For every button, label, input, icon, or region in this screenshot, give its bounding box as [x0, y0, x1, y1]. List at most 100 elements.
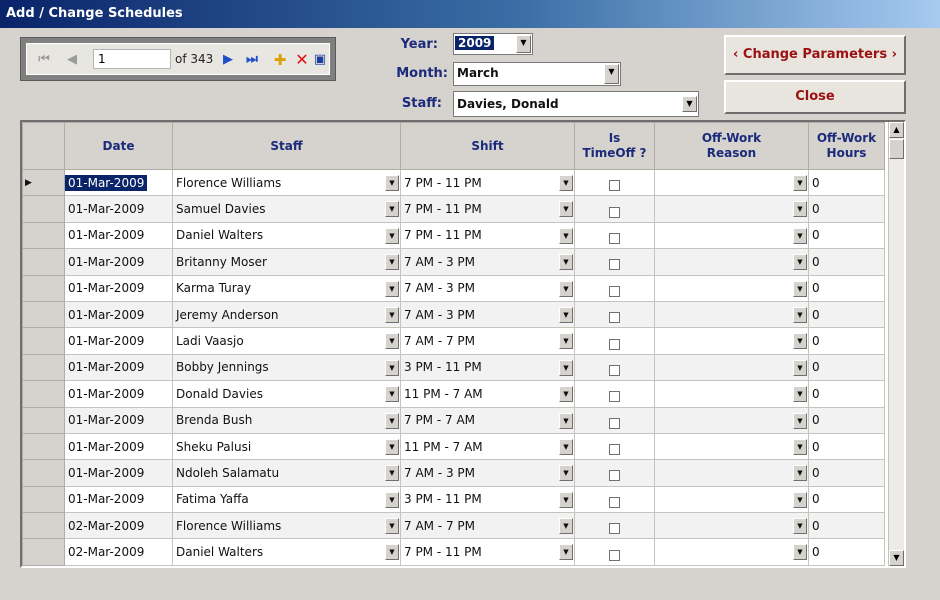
date-cell[interactable]: 01-Mar-2009 [64, 380, 173, 408]
chevron-down-icon[interactable]: ▼ [559, 201, 573, 218]
row-selector[interactable] [22, 248, 65, 276]
date-cell[interactable]: 02-Mar-2009 [64, 512, 173, 540]
date-cell[interactable]: 01-Mar-2009 [64, 432, 173, 461]
table-row[interactable]: ▶ 01-Mar-2009 Florence Williams ▼ 7 PM - 11 … [22, 168, 885, 197]
date-cell[interactable]: 01-Mar-2009 [64, 485, 173, 514]
chevron-down-icon[interactable]: ▼ [559, 280, 573, 297]
chevron-down-icon[interactable]: ▼ [559, 227, 573, 244]
staff-cell[interactable]: Karma Turay ▼ [172, 274, 401, 302]
chevron-down-icon[interactable]: ▼ [793, 175, 807, 191]
timeoff-checkbox[interactable] [609, 312, 620, 324]
date-cell[interactable]: 01-Mar-2009 [64, 274, 173, 302]
hours-cell[interactable]: 0 [808, 353, 885, 382]
chevron-down-icon[interactable]: ▼ [559, 491, 573, 508]
staff-cell[interactable]: Florence Williams ▼ [172, 512, 401, 540]
reason-cell[interactable]: ▼ [654, 248, 809, 276]
reason-cell[interactable]: ▼ [654, 406, 809, 434]
chevron-down-icon[interactable]: ▼ [793, 465, 807, 482]
hours-cell[interactable]: 0 [808, 168, 885, 197]
row-selector[interactable] [22, 432, 65, 461]
staff-cell[interactable]: Jeremy Anderson ▼ [172, 300, 401, 329]
column-header-staff[interactable]: Staff [172, 122, 401, 170]
staff-cell[interactable]: Ndoleh Salamatu ▼ [172, 459, 401, 487]
table-row[interactable]: 01-Mar-2009 Bobby Jennings ▼ 3 PM - 11 PM ▼ ▼… [22, 353, 885, 382]
chevron-down-icon[interactable]: ▼ [793, 359, 807, 376]
record-position-input[interactable]: 1 [93, 49, 171, 69]
hours-cell[interactable]: 0 [808, 432, 885, 461]
scroll-up-icon[interactable]: ▲ [889, 122, 904, 138]
table-row[interactable]: 01-Mar-2009 Britanny Moser ▼ 7 AM - 3 PM ▼ ▼ 0 [22, 248, 885, 276]
timeoff-checkbox[interactable] [609, 444, 620, 456]
row-selector[interactable] [22, 459, 65, 487]
chevron-down-icon[interactable]: ▼ [385, 201, 399, 218]
table-row[interactable]: 01-Mar-2009 Brenda Bush ▼ 7 PM - 7 AM ▼ ▼ 0 [22, 406, 885, 434]
row-selector[interactable] [22, 300, 65, 329]
hours-cell[interactable]: 0 [808, 248, 885, 276]
prev-record-icon[interactable]: ◀ [63, 51, 81, 69]
chevron-down-icon[interactable]: ▼ [385, 465, 399, 482]
delete-record-icon[interactable]: ✕ [293, 51, 311, 69]
timeoff-checkbox[interactable] [609, 496, 620, 508]
shift-cell[interactable]: 7 PM - 11 PM ▼ [400, 538, 575, 566]
staff-select[interactable]: Davies, Donald ▼ [453, 91, 699, 117]
row-selector[interactable] [22, 406, 65, 434]
date-cell[interactable]: 01-Mar-2009 [64, 168, 173, 197]
row-selector[interactable] [22, 274, 65, 302]
table-row[interactable]: 01-Mar-2009 Karma Turay ▼ 7 AM - 3 PM ▼ ▼ 0 [22, 274, 885, 302]
shift-cell[interactable]: 11 PM - 7 AM ▼ [400, 432, 575, 461]
timeoff-checkbox[interactable] [609, 364, 620, 376]
shift-cell[interactable]: 3 PM - 11 PM ▼ [400, 353, 575, 382]
column-header-reason[interactable]: Off-Work Reason [654, 122, 809, 170]
chevron-down-icon[interactable]: ▼ [559, 518, 573, 535]
reason-cell[interactable]: ▼ [654, 274, 809, 302]
reason-cell[interactable]: ▼ [654, 327, 809, 355]
reason-cell[interactable]: ▼ [654, 380, 809, 408]
hours-cell[interactable]: 0 [808, 512, 885, 540]
chevron-down-icon[interactable]: ▼ [559, 254, 573, 271]
chevron-down-icon[interactable]: ▼ [793, 306, 807, 323]
date-cell[interactable]: 01-Mar-2009 [64, 327, 173, 355]
table-row[interactable]: 01-Mar-2009 Ladi Vaasjo ▼ 7 AM - 7 PM ▼ ▼ 0 [22, 327, 885, 355]
date-cell[interactable]: 02-Mar-2009 [64, 538, 173, 566]
hours-cell[interactable]: 0 [808, 221, 885, 250]
shift-cell[interactable]: 7 PM - 7 AM ▼ [400, 406, 575, 434]
shift-cell[interactable]: 7 AM - 3 PM ▼ [400, 459, 575, 487]
staff-cell[interactable]: Britanny Moser ▼ [172, 248, 401, 276]
scroll-thumb[interactable] [889, 139, 904, 159]
hours-cell[interactable]: 0 [808, 538, 885, 566]
staff-cell[interactable]: Fatima Yaffa ▼ [172, 485, 401, 514]
table-row[interactable]: 01-Mar-2009 Daniel Walters ▼ 7 PM - 11 PM ▼ ▼… [22, 221, 885, 250]
column-header-shift[interactable]: Shift [400, 122, 575, 170]
vertical-scrollbar[interactable]: ▲ ▼ [888, 122, 904, 566]
chevron-down-icon[interactable]: ▼ [559, 359, 573, 376]
staff-cell[interactable]: Daniel Walters ▼ [172, 538, 401, 566]
hours-cell[interactable]: 0 [808, 327, 885, 355]
reason-cell[interactable]: ▼ [654, 512, 809, 540]
chevron-down-icon[interactable]: ▼ [604, 64, 619, 84]
row-selector[interactable] [22, 353, 65, 382]
table-row[interactable]: 02-Mar-2009 Florence Williams ▼ 7 AM - 7 PM… [22, 512, 885, 540]
chevron-down-icon[interactable]: ▼ [793, 412, 807, 429]
chevron-down-icon[interactable]: ▼ [793, 438, 807, 455]
timeoff-checkbox[interactable] [609, 180, 620, 192]
chevron-down-icon[interactable]: ▼ [793, 254, 807, 271]
chevron-down-icon[interactable]: ▼ [385, 359, 399, 376]
reason-cell[interactable]: ▼ [654, 168, 809, 197]
column-header-hours[interactable]: Off-Work Hours [808, 122, 885, 170]
date-cell[interactable]: 01-Mar-2009 [64, 221, 173, 250]
chevron-down-icon[interactable]: ▼ [385, 280, 399, 297]
staff-cell[interactable]: Ladi Vaasjo ▼ [172, 327, 401, 355]
staff-cell[interactable]: Florence Williams ▼ [172, 168, 401, 197]
row-selector[interactable]: ▶ [22, 168, 65, 197]
shift-cell[interactable]: 7 PM - 11 PM ▼ [400, 168, 575, 197]
save-icon[interactable]: ▣ [311, 51, 329, 69]
staff-cell[interactable]: Samuel Davies ▼ [172, 195, 401, 223]
timeoff-checkbox[interactable] [609, 232, 620, 244]
timeoff-checkbox[interactable] [609, 259, 620, 271]
timeoff-checkbox[interactable] [609, 417, 620, 429]
chevron-down-icon[interactable]: ▼ [793, 544, 807, 561]
staff-cell[interactable]: Sheku Palusi ▼ [172, 432, 401, 461]
close-button[interactable]: Close [724, 80, 906, 114]
new-record-icon[interactable]: ✚ [271, 51, 289, 69]
chevron-down-icon[interactable]: ▼ [559, 465, 573, 482]
